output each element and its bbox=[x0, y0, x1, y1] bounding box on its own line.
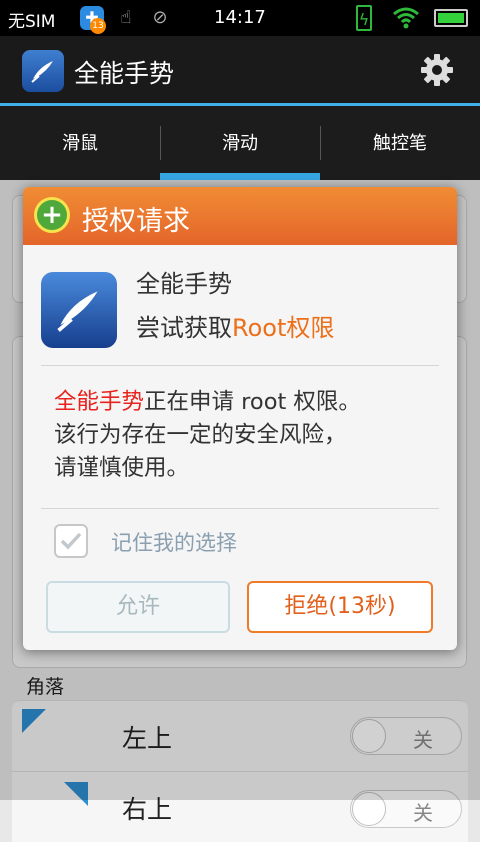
permission-request-line: 尝试获取Root权限 bbox=[136, 314, 335, 342]
security-shield-icon: + bbox=[34, 197, 70, 233]
tab-bar: 滑鼠 滑动 触控笔 bbox=[0, 106, 480, 180]
app-logo-icon bbox=[41, 272, 117, 348]
remember-choice-checkbox[interactable] bbox=[54, 524, 88, 558]
root-permission-dialog: + 授权请求 全能手势 尝试获取Root权限 全能手势正在申请 root 权限。… bbox=[23, 187, 457, 650]
tab-stylus[interactable]: 触控笔 bbox=[320, 106, 480, 180]
status-bar: 无SIM ✚ 13 ☝ ⊘ 14:17 ϟ bbox=[0, 0, 480, 36]
battery-icon bbox=[434, 9, 468, 27]
gesture-icon: ☝ bbox=[120, 7, 132, 28]
warning-message: 全能手势正在申请 root 权限。 该行为存在一定的安全风险， 请谨慎使用。 bbox=[54, 389, 361, 481]
no-signal-icon: ⊘ bbox=[152, 7, 168, 28]
app-title: 全能手势 bbox=[74, 59, 175, 88]
deny-button[interactable]: 拒绝(13秒) bbox=[247, 581, 433, 633]
remember-choice-label[interactable]: 记住我的选择 bbox=[111, 527, 237, 557]
app-logo-icon bbox=[22, 50, 64, 92]
battery-charging-icon: ϟ bbox=[356, 5, 372, 31]
requesting-app-name: 全能手势 bbox=[136, 270, 232, 298]
app-name-highlight: 全能手势 bbox=[54, 389, 145, 415]
permission-name: Root权限 bbox=[232, 314, 335, 342]
wifi-icon bbox=[393, 7, 419, 29]
tab-swipe[interactable]: 滑动 bbox=[160, 106, 320, 180]
checkmark-icon bbox=[60, 532, 82, 550]
tab-mouse[interactable]: 滑鼠 bbox=[0, 106, 160, 180]
qq-badge: 13 bbox=[90, 18, 106, 34]
dialog-title: 授权请求 bbox=[82, 206, 190, 237]
app-bar: 全能手势 bbox=[0, 36, 480, 106]
sim-status: 无SIM bbox=[8, 12, 56, 32]
gear-icon[interactable] bbox=[419, 52, 455, 88]
dialog-header: + 授权请求 bbox=[23, 187, 457, 245]
clock: 14:17 bbox=[214, 7, 266, 28]
allow-button[interactable]: 允许 bbox=[46, 581, 230, 633]
